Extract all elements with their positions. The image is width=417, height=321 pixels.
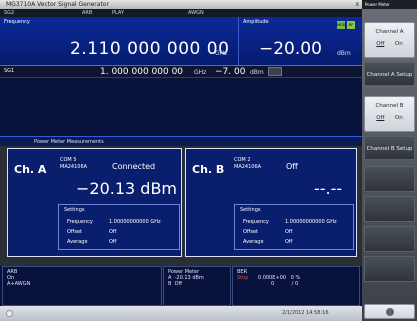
arb-status-box: ARB On A+AWGN	[2, 266, 162, 306]
softkey-blank-3[interactable]	[364, 226, 415, 252]
main-parameter-panel: Frequency 2.110 000 000 00 GHz Amplitude…	[0, 17, 362, 66]
ber-status-state: Stop	[237, 275, 249, 281]
sg1-frequency[interactable]: 1. 000 000 000 00	[100, 67, 183, 77]
channel-a-frequency-label: Frequency	[67, 219, 93, 225]
start-icon[interactable]	[6, 310, 13, 317]
sg1-row: SG1 1. 000 000 000 00 GHz −7. 00 dBm	[0, 66, 362, 78]
power-meter-status-box: Power Meter A -20.13 dBm B Off	[163, 266, 231, 306]
awgn-indicator: AWGN	[188, 10, 204, 16]
channel-b-button-label: Channel B	[375, 103, 404, 109]
channel-a-average-label: Average	[67, 239, 88, 245]
frequency-value[interactable]: 2.110 000 000 00	[70, 39, 229, 59]
mod-badge: MOD	[337, 21, 346, 29]
channel-a-settings-header: Settings	[64, 207, 85, 213]
channel-b-toggle-button[interactable]: Channel B Off On	[364, 96, 415, 132]
softkey-return-button[interactable]	[364, 304, 415, 319]
channel-b-settings-header: Settings	[240, 207, 261, 213]
channel-b-com: COM 2	[234, 157, 251, 163]
channel-b-average-label: Average	[243, 239, 264, 245]
power-meter-header: Power Meter Measurements	[0, 136, 362, 146]
channel-a-com: COM 5	[60, 157, 77, 163]
channel-b-model: MA24106A	[234, 164, 262, 170]
sg1-label: SG1	[4, 68, 15, 74]
sg-indicator: SG2	[4, 10, 15, 16]
grid-icon	[268, 67, 282, 76]
channel-a-panel: Ch. A COM 5 MA24106A Connected −20.13 dB…	[7, 148, 182, 257]
channel-a-settings: Settings Frequency 1.00000000000 GHz Off…	[58, 204, 180, 250]
channel-a-title: Ch. A	[14, 163, 47, 176]
frequency-label: Frequency	[4, 19, 30, 25]
return-icon	[385, 308, 394, 316]
channel-a-on-option: On	[394, 41, 403, 47]
sg1-amplitude-unit: dBm	[250, 69, 264, 76]
channel-b-settings: Settings Frequency 1.00000000000 GHz Off…	[234, 204, 354, 250]
frequency-unit: GHz	[215, 50, 228, 57]
channel-b-state: Off	[286, 162, 298, 171]
amplitude-value[interactable]: −20.00	[259, 39, 322, 59]
pm-status-b-value: Off	[174, 281, 183, 287]
softkey-blank-1[interactable]	[364, 166, 415, 192]
softkey-panel-title: Power Meter	[362, 0, 417, 9]
ber-status-box: BER Stop 0.000E+00 0 % 0 / 0	[232, 266, 360, 306]
window-titlebar: MG3710A Vector Signal Generator x	[0, 0, 362, 9]
amplitude-label: Amplitude	[243, 19, 269, 25]
window-title: MG3710A Vector Signal Generator	[6, 1, 109, 8]
channel-a-model: MA24106A	[60, 164, 88, 170]
channel-b-frequency-label: Frequency	[243, 219, 269, 225]
channel-b-setup-button[interactable]: Channel B Setup	[364, 136, 415, 160]
channel-a-reading: −20.13 dBm	[76, 179, 178, 198]
channel-b-off-option: Off	[376, 115, 385, 121]
channel-b-on-option: On	[394, 115, 403, 121]
softkey-blank-2[interactable]	[364, 196, 415, 222]
close-icon[interactable]: x	[355, 0, 359, 9]
ber-status-count: 0	[271, 281, 275, 287]
blank-display-area	[0, 78, 362, 136]
channel-a-average-value: Off	[109, 239, 117, 245]
channel-b-offset-label: Offset	[243, 229, 259, 235]
channel-a-frequency-value: 1.00000000000 GHz	[109, 219, 161, 225]
arb-status-line2: A+AWGN	[7, 281, 31, 287]
sg1-amplitude[interactable]: −7. 00	[215, 67, 245, 77]
bottom-status-area: ARB On A+AWGN Power Meter A -20.13 dBm B…	[0, 266, 362, 306]
channel-a-off-option: Off	[376, 41, 385, 47]
rf-badge: RF	[347, 21, 355, 29]
amplitude-unit: dBm	[337, 50, 351, 57]
taskbar: 2/1/2012 14:58:16	[0, 306, 362, 321]
channel-a-setup-button[interactable]: Channel A Setup	[364, 62, 415, 86]
pm-status-b-label: B	[168, 281, 172, 287]
amplitude-box: Amplitude MOD RF −20.00 dBm	[238, 17, 362, 65]
channel-b-offset-value: Off	[285, 229, 293, 235]
channel-b-reading: --.--	[314, 179, 343, 198]
channel-b-frequency-value: 1.00000000000 GHz	[285, 219, 337, 225]
channel-b-title: Ch. B	[192, 163, 225, 176]
channel-a-offset-label: Offset	[67, 229, 83, 235]
channel-b-panel: Ch. B COM 2 MA24106A Off --.-- Settings …	[185, 148, 357, 257]
sg1-frequency-unit: GHz	[194, 69, 207, 76]
channel-a-button-label: Channel A	[375, 29, 404, 35]
channel-a-offset-value: Off	[109, 229, 117, 235]
play-indicator: PLAY	[112, 10, 125, 16]
status-row: SG2 ARB PLAY AWGN	[0, 9, 362, 17]
softkey-blank-4[interactable]	[364, 256, 415, 282]
channel-a-state: Connected	[112, 162, 156, 171]
channel-b-average-value: Off	[285, 239, 293, 245]
arb-indicator: ARB	[82, 10, 93, 16]
softkey-panel: Power Meter Channel A Off On Channel A S…	[362, 0, 417, 321]
ber-status-total: / 0	[291, 281, 299, 287]
taskbar-datetime: 2/1/2012 14:58:16	[282, 310, 329, 316]
channel-a-toggle-button[interactable]: Channel A Off On	[364, 22, 415, 58]
